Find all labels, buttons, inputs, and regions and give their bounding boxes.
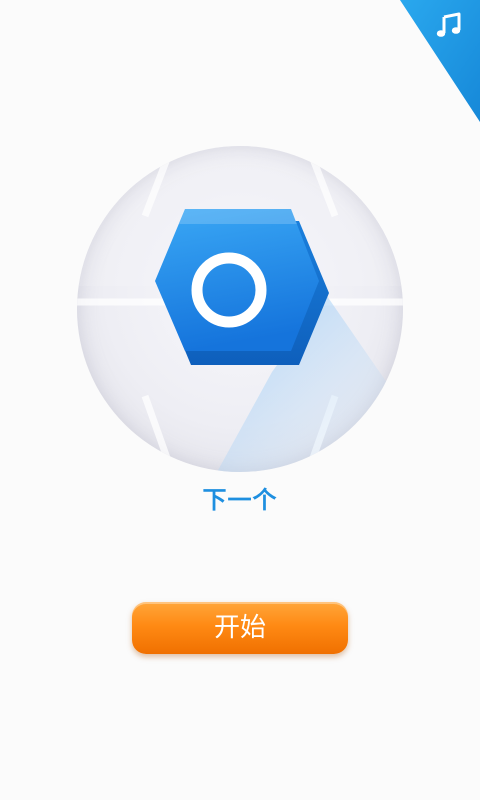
next-button[interactable]: 下一个 bbox=[0, 480, 480, 515]
music-note-icon bbox=[436, 12, 461, 37]
hexagon-circle-icon bbox=[77, 146, 403, 472]
screen: 下一个 开始 bbox=[0, 0, 480, 800]
start-button[interactable]: 开始 bbox=[132, 602, 348, 654]
music-toggle-button[interactable] bbox=[400, 0, 480, 122]
hero-illustration bbox=[77, 146, 403, 472]
